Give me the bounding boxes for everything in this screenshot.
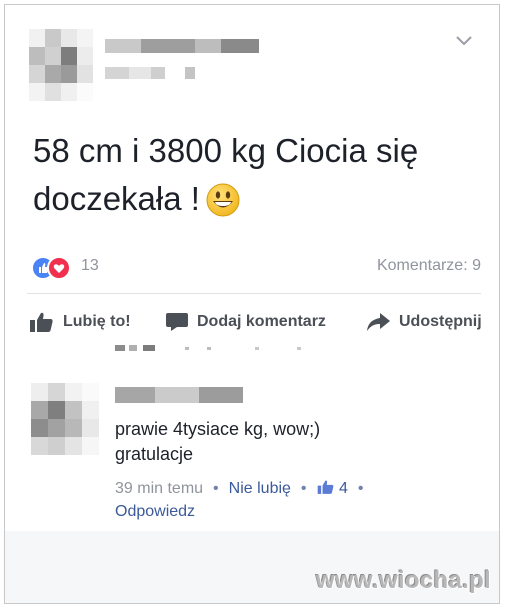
reply-link[interactable]: Odpowiedz	[115, 503, 195, 521]
comment-button-label: Dodaj komentarz	[197, 313, 326, 330]
unlike-link[interactable]: Nie lubię	[229, 480, 291, 497]
comments-count[interactable]: Komentarze: 9	[377, 257, 481, 275]
comment-button[interactable]: Dodaj komentarz	[165, 305, 326, 339]
comment-timestamp[interactable]: 39 min temu	[115, 480, 203, 497]
comment-text-line1: prawie 4tysiace kg, wow;)	[115, 419, 321, 439]
reactions-row: 13 Komentarze: 9	[29, 255, 481, 280]
share-button-label: Udostępnij	[399, 313, 482, 330]
like-button[interactable]: Lubię to!	[29, 305, 131, 339]
share-arrow-icon	[367, 313, 390, 331]
share-button[interactable]: Udostępnij	[365, 305, 482, 339]
chevron-down-icon[interactable]	[455, 35, 473, 47]
speech-bubble-icon	[166, 313, 188, 331]
post-actions: Lubię to! Dodaj komentarz Udostępnij	[25, 305, 487, 339]
watermark: www.wiocha.pl	[315, 567, 491, 594]
commenter-avatar-pixelated[interactable]	[31, 383, 99, 455]
post-body: 58 cm i 3800 kg Ciocia się doczekała !	[33, 127, 473, 230]
divider	[27, 293, 481, 294]
commenter-name-pixelated[interactable]	[115, 387, 243, 403]
comment-meta: 39 min temu • Nie lubię • 4 •	[115, 480, 364, 497]
love-reaction-icon[interactable]	[47, 256, 71, 280]
post: 58 cm i 3800 kg Ciocia się doczekała ! 1…	[5, 5, 499, 345]
grinning-face-emoji-icon	[206, 182, 240, 230]
comment-text: prawie 4tysiace kg, wow;) gratulacje	[115, 417, 465, 467]
facebook-post-card: 58 cm i 3800 kg Ciocia się doczekała ! 1…	[4, 4, 500, 604]
author-avatar-pixelated[interactable]	[29, 29, 93, 101]
comment-likes-count[interactable]: 4	[339, 480, 348, 497]
thumbs-up-small-icon	[317, 480, 333, 494]
comment: prawie 4tysiace kg, wow;) gratulacje 39 …	[5, 361, 499, 531]
reactions-count[interactable]: 13	[81, 257, 99, 275]
like-button-label: Lubię to!	[63, 313, 131, 330]
cut-previous-comment	[5, 345, 499, 361]
comment-text-line2: gratulacje	[115, 444, 194, 464]
thumbs-up-icon	[30, 312, 53, 332]
